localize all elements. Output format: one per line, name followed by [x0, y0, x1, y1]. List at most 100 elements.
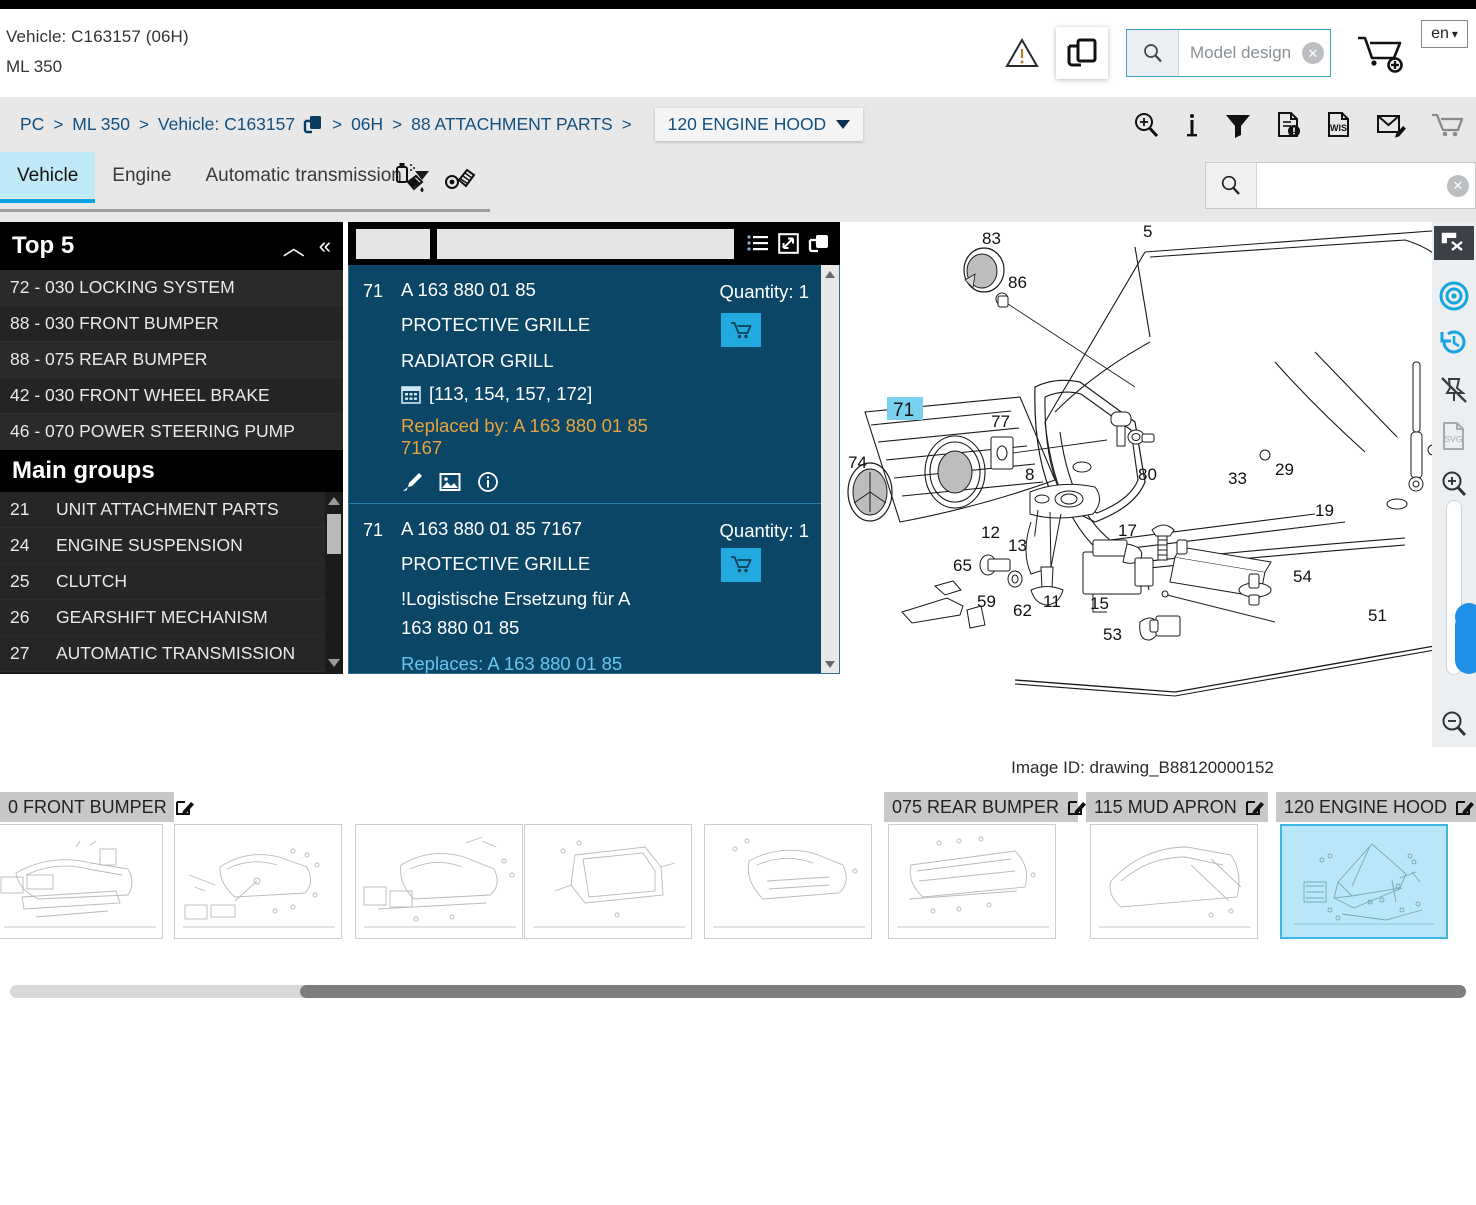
scroll-up-icon[interactable]: [328, 497, 340, 505]
image-id-label: Image ID: drawing_B88120000152: [1011, 758, 1274, 777]
breadcrumb-item-vehicle[interactable]: Vehicle: C163157: [158, 114, 295, 135]
scroll-up-icon[interactable]: [825, 271, 835, 278]
language-selector[interactable]: en ▾: [1421, 20, 1468, 48]
add-part-to-cart-button[interactable]: [721, 313, 761, 347]
thumb-group-label-mud-apron[interactable]: 115 MUD APRON: [1086, 792, 1268, 822]
thumbnail-item[interactable]: [0, 824, 163, 939]
part-replaced-by[interactable]: Replaced by: A 163 880 01 85 7167: [401, 415, 659, 459]
copy-icon[interactable]: [1056, 27, 1108, 79]
zoom-in-icon[interactable]: [1132, 111, 1160, 139]
warning-icon[interactable]: [1002, 33, 1042, 73]
unpin-icon[interactable]: [1432, 368, 1476, 412]
zoom-slider[interactable]: [1446, 500, 1476, 675]
add-to-cart-icon[interactable]: [1353, 31, 1411, 75]
svg-text:WIS: WIS: [1330, 123, 1347, 133]
thumb-group-label-front-bumper[interactable]: 0 FRONT BUMPER: [0, 792, 194, 822]
clear-search-icon[interactable]: ✕: [1302, 42, 1324, 64]
mail-edit-icon[interactable]: [1376, 112, 1406, 138]
main-groups-scrollbar[interactable]: [325, 492, 343, 672]
top5-item-power-steering-pump[interactable]: 46 - 070 POWER STEERING PUMP: [0, 414, 343, 450]
thumbnail-horizontal-scrollbar[interactable]: [10, 985, 1466, 998]
target-icon[interactable]: [1432, 274, 1476, 318]
copy-icon[interactable]: [808, 233, 832, 255]
document-alert-icon[interactable]: [1276, 111, 1302, 139]
thumb-group-label-rear-bumper[interactable]: 075 REAR BUMPER: [884, 792, 1087, 822]
scroll-down-icon[interactable]: [328, 659, 340, 667]
scroll-down-icon[interactable]: [825, 661, 835, 668]
parts-search-input[interactable]: ✕: [1257, 163, 1475, 208]
thumbnail-item[interactable]: [1090, 824, 1258, 939]
part-row[interactable]: 71 Quantity: 1 A 163 880 01 85 PROTECTIV…: [349, 265, 839, 504]
breadcrumb-item-model[interactable]: ML 350: [72, 114, 130, 135]
parts-filter-field[interactable]: [437, 228, 734, 259]
clear-search-icon[interactable]: ✕: [1447, 174, 1469, 197]
wis-document-icon[interactable]: WIS: [1326, 111, 1352, 139]
parts-scrollbar[interactable]: [821, 265, 839, 673]
image-icon[interactable]: [439, 471, 461, 493]
thumb-group-label-engine-hood[interactable]: 120 ENGINE HOOD: [1276, 792, 1476, 822]
main-group-item-21[interactable]: 21 UNIT ATTACHMENT PARTS: [0, 492, 343, 528]
thumbnail-item[interactable]: [704, 824, 872, 939]
breadcrumb-item-pc[interactable]: PC: [20, 114, 44, 135]
thumbnail-item[interactable]: [888, 824, 1056, 939]
main-group-name: UNIT ATTACHMENT PARTS: [56, 499, 279, 519]
main-group-item-26[interactable]: 26 GEARSHIFT MECHANISM: [0, 600, 343, 636]
tab-engine[interactable]: Engine: [95, 152, 188, 198]
edit-icon[interactable]: [1456, 798, 1475, 816]
callout-83: 83: [982, 229, 1001, 248]
edit-icon[interactable]: [1068, 798, 1087, 816]
paint-spray-icon[interactable]: [392, 162, 426, 198]
cart-icon[interactable]: [1430, 111, 1464, 139]
model-search-box[interactable]: Model design ✕: [1126, 29, 1331, 77]
thumbnail-item-selected[interactable]: [1280, 824, 1448, 939]
filter-icon[interactable]: [1224, 112, 1252, 138]
zoom-slider-thumb[interactable]: [1455, 612, 1476, 674]
edit-icon[interactable]: [175, 798, 194, 816]
main-group-item-25[interactable]: 25 CLUTCH: [0, 564, 343, 600]
part-callout-number: 71: [363, 281, 384, 301]
brush-icon[interactable]: [401, 471, 423, 493]
thumbnail-item[interactable]: [524, 824, 692, 939]
parts-drawing-canvas[interactable]: 5 83 86 74 77 8 80 12 13 17 29 33 19 65 …: [845, 222, 1476, 747]
add-part-to-cart-button[interactable]: [721, 547, 761, 582]
svg-icon[interactable]: SVG: [1432, 414, 1476, 458]
parts-filter-chip[interactable]: [356, 228, 430, 259]
top5-item-label: 42 - 030 FRONT WHEEL BRAKE: [10, 385, 270, 405]
parts-search-box[interactable]: ✕: [1205, 162, 1476, 209]
info-circle-icon[interactable]: [477, 471, 499, 493]
top5-item-rear-bumper[interactable]: 88 - 075 REAR BUMPER: [0, 342, 343, 378]
top5-item-front-bumper[interactable]: 88 - 030 FRONT BUMPER: [0, 306, 343, 342]
top5-item-locking-system[interactable]: 72 - 030 LOCKING SYSTEM: [0, 270, 343, 306]
chevron-up-icon[interactable]: ︿: [283, 230, 305, 262]
thumbnail-item[interactable]: [355, 824, 523, 939]
main-group-name: ENGINE SUSPENSION: [56, 535, 243, 555]
fastener-icon[interactable]: [443, 163, 477, 197]
edit-icon[interactable]: [1245, 798, 1264, 816]
main-group-item-27[interactable]: 27 AUTOMATIC TRANSMISSION: [0, 636, 343, 672]
list-view-icon[interactable]: [747, 234, 769, 254]
main-group-item-24[interactable]: 24 ENGINE SUSPENSION: [0, 528, 343, 564]
top5-item-label: 72 - 030 LOCKING SYSTEM: [10, 277, 235, 297]
thumbnail-strip[interactable]: [0, 824, 1476, 942]
thumbnail-item[interactable]: [174, 824, 342, 939]
breadcrumb-item-06h[interactable]: 06H: [351, 114, 383, 135]
breadcrumb-current-dropdown[interactable]: 120 ENGINE HOOD: [654, 108, 864, 141]
expand-icon[interactable]: [778, 233, 799, 254]
callout-54: 54: [1293, 567, 1312, 586]
zoom-out-icon[interactable]: [1432, 702, 1476, 746]
top5-item-front-wheel-brake[interactable]: 42 - 030 FRONT WHEEL BRAKE: [0, 378, 343, 414]
copy-vehicle-icon[interactable]: [303, 114, 323, 135]
info-icon[interactable]: [1184, 111, 1200, 139]
search-icon: [1206, 163, 1257, 208]
close-window-icon[interactable]: [1434, 226, 1474, 260]
scrollbar-thumb[interactable]: [327, 514, 341, 554]
history-icon[interactable]: [1432, 320, 1476, 364]
breadcrumb: PC > ML 350 > Vehicle: C163157 > 06H > 8…: [20, 97, 864, 152]
part-row[interactable]: 71 Quantity: 1 A 163 880 01 85 7167 PROT…: [349, 504, 839, 674]
part-replaces[interactable]: Replaces: A 163 880 01 85: [401, 653, 659, 673]
model-search-input[interactable]: Model design ✕: [1179, 30, 1330, 76]
collapse-sidebar-icon[interactable]: «: [319, 233, 331, 259]
scrollbar-thumb[interactable]: [300, 985, 1466, 998]
breadcrumb-item-attachment-parts[interactable]: 88 ATTACHMENT PARTS: [411, 114, 613, 135]
tab-vehicle[interactable]: Vehicle: [0, 152, 96, 203]
